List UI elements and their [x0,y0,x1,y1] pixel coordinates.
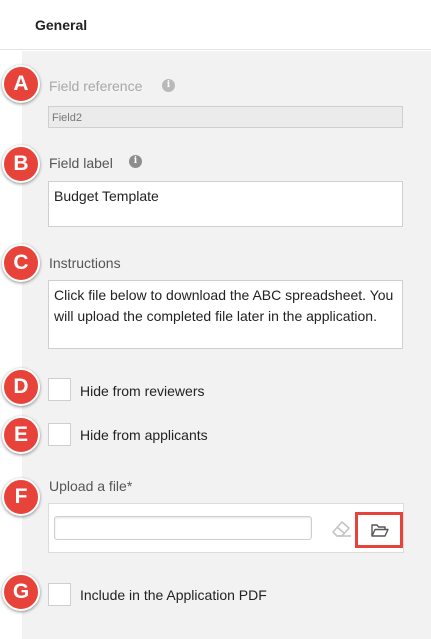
hide-reviewers-label: Hide from reviewers [80,383,205,399]
marker-b: B [2,145,40,183]
upload-file-input[interactable] [54,516,312,540]
info-icon[interactable]: i [162,79,175,92]
eraser-icon[interactable] [328,516,354,540]
hide-applicants-checkbox[interactable] [48,423,71,446]
marker-f: F [2,478,40,516]
field-label-label: Field label [49,155,113,171]
marker-e: E [2,416,40,454]
include-pdf-checkbox[interactable] [48,583,71,606]
marker-a: A [2,65,40,103]
folder-open-icon [371,524,389,537]
marker-c: C [2,244,40,282]
upload-label: Upload a file* [49,478,133,494]
hide-applicants-label: Hide from applicants [80,427,208,443]
info-icon[interactable]: i [129,155,142,168]
hide-reviewers-checkbox[interactable] [48,378,71,401]
instructions-label: Instructions [49,255,121,271]
marker-g: G [2,573,40,611]
field-label-value: Budget Template [54,188,159,204]
field-reference-input: Field2 [48,106,403,128]
instructions-value: Click file below to download the ABC spr… [54,287,394,324]
marker-d: D [2,368,40,406]
field-label-input[interactable]: Budget Template [48,181,403,227]
panel-header: General [0,0,431,50]
browse-file-button[interactable] [355,512,403,548]
upload-control [48,503,404,553]
instructions-textarea[interactable]: Click file below to download the ABC spr… [48,280,403,349]
field-reference-label: Field reference [49,78,143,94]
include-pdf-label: Include in the Application PDF [80,587,267,603]
section-title: General [35,17,88,33]
